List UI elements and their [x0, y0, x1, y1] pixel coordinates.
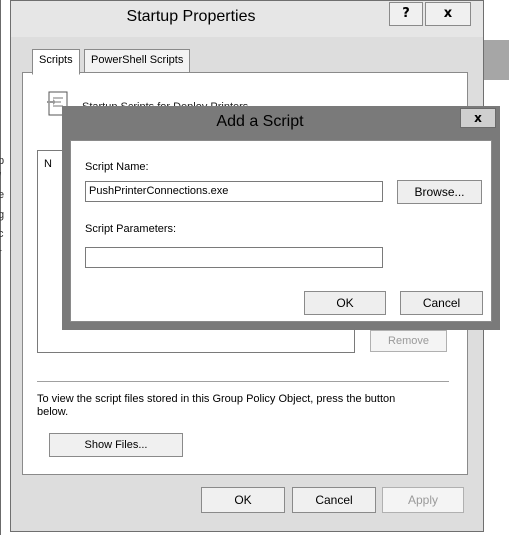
list-column-header: N — [44, 158, 52, 170]
script-parameters-input[interactable] — [85, 247, 383, 268]
cancel-button[interactable]: Cancel — [292, 487, 376, 513]
browse-button[interactable]: Browse... — [397, 180, 482, 204]
ok-button[interactable]: OK — [201, 487, 285, 513]
separator — [37, 381, 449, 382]
dialog-cancel-button[interactable]: Cancel — [400, 291, 483, 315]
close-button[interactable]: x — [425, 2, 471, 26]
background-text: e — [0, 189, 5, 201]
background-text: / — [0, 171, 1, 183]
background-text: p — [0, 155, 5, 167]
show-files-button[interactable]: Show Files... — [49, 433, 183, 457]
script-parameters-label: Script Parameters: — [85, 223, 177, 235]
apply-button[interactable]: Apply — [382, 487, 464, 513]
help-text: To view the script files stored in this … — [37, 393, 396, 418]
background-text: c — [0, 228, 4, 240]
background-divider — [0, 0, 1, 535]
dialog-close-button[interactable]: x — [460, 108, 496, 128]
remove-button[interactable]: Remove — [370, 330, 447, 352]
script-name-input[interactable]: PushPrinterConnections.exe — [85, 181, 383, 202]
background-header-strip — [484, 40, 509, 80]
tab-scripts[interactable]: Scripts — [32, 49, 80, 75]
dialog-ok-button[interactable]: OK — [304, 291, 386, 315]
script-name-label: Script Name: — [85, 161, 149, 173]
background-text: g — [0, 209, 5, 221]
window-title-bar[interactable]: Startup Properties ? x — [11, 1, 483, 37]
tab-powershell-scripts[interactable]: PowerShell Scripts — [84, 49, 191, 73]
background-text: r — [0, 247, 2, 259]
dialog-title: Add a Script — [216, 113, 304, 130]
help-button[interactable]: ? — [389, 2, 423, 26]
window-title: Startup Properties — [126, 8, 256, 25]
